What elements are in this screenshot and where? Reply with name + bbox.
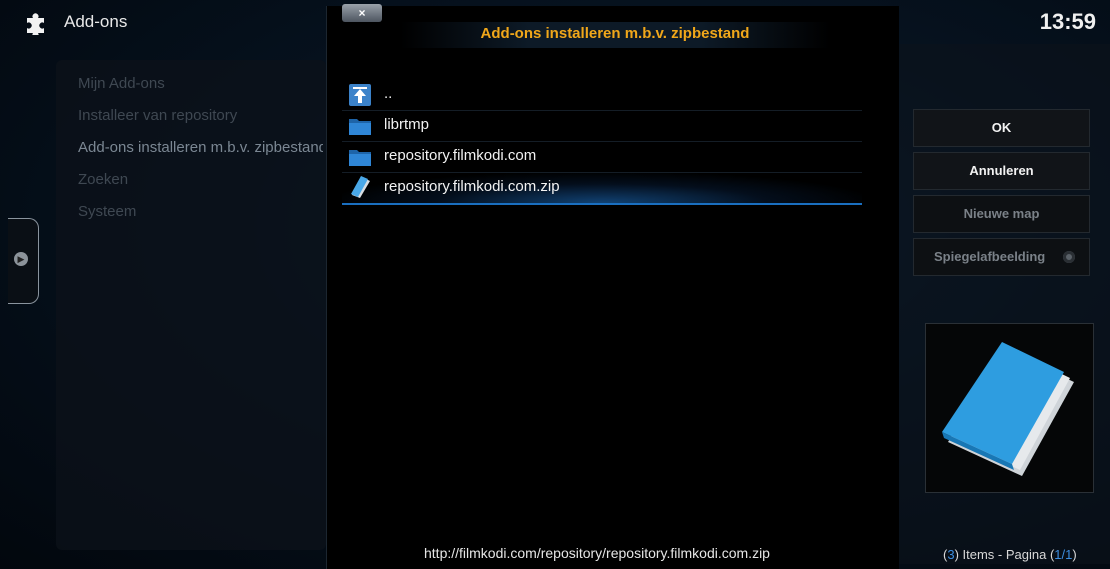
- file-list-item[interactable]: repository.filmkodi.com: [342, 142, 862, 173]
- parent-folder-icon: [348, 84, 372, 106]
- addons-menu-panel: [56, 60, 326, 550]
- play-icon[interactable]: ▶: [14, 252, 28, 266]
- file-list-item-selected[interactable]: repository.filmkodi.com.zip: [342, 173, 862, 205]
- zip-file-icon: [348, 176, 372, 198]
- cancel-button[interactable]: Annuleren: [913, 152, 1090, 190]
- radio-toggle-icon: [1063, 251, 1075, 263]
- close-button[interactable]: ×: [342, 4, 382, 22]
- file-list-item[interactable]: ..: [342, 80, 862, 111]
- menu-item-search[interactable]: Zoeken: [78, 171, 323, 188]
- clock: 13:59: [1039, 9, 1096, 34]
- ok-button[interactable]: OK: [913, 109, 1090, 147]
- mirror-toggle[interactable]: Spiegelafbeelding: [913, 238, 1090, 276]
- app-title: Add-ons: [64, 12, 128, 31]
- menu-item-my-addons[interactable]: Mijn Add-ons: [78, 75, 323, 92]
- item-count: 3: [947, 547, 955, 562]
- page-number: 1/1: [1054, 547, 1073, 562]
- menu-item-install-from-zip[interactable]: Add-ons installeren m.b.v. zipbestand: [78, 139, 323, 156]
- puzzle-icon: [24, 9, 50, 38]
- items-page-info: (3) Items - Pagina (1/1): [943, 547, 1077, 562]
- new-folder-button[interactable]: Nieuwe map: [913, 195, 1090, 233]
- preview-thumbnail: [925, 323, 1094, 493]
- menu-item-install-from-repository[interactable]: Installeer van repository: [78, 107, 323, 124]
- folder-icon: [348, 116, 372, 136]
- folder-icon: [348, 147, 372, 167]
- selected-path: http://filmkodi.com/repository/repositor…: [424, 545, 770, 561]
- dialog-title: Add-ons installeren m.b.v. zipbestand: [480, 25, 750, 42]
- zip-file-preview-icon: [942, 342, 1074, 476]
- file-name: ..: [384, 85, 393, 102]
- mirror-label: Spiegelafbeelding: [934, 249, 1046, 264]
- file-list-item[interactable]: librtmp: [342, 111, 862, 142]
- menu-item-system[interactable]: Systeem: [78, 203, 323, 220]
- file-name: repository.filmkodi.com.zip: [384, 178, 560, 195]
- file-name: librtmp: [384, 116, 430, 133]
- file-name: repository.filmkodi.com: [384, 147, 537, 164]
